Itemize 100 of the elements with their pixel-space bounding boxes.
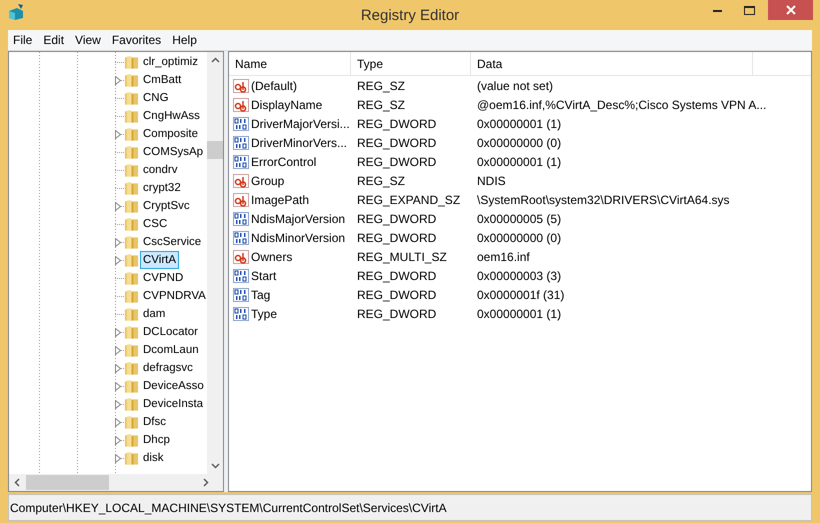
binary-value-icon [233, 212, 249, 226]
folder-icon [124, 234, 139, 250]
scroll-right-icon[interactable] [201, 478, 210, 487]
scroll-down-icon[interactable] [210, 461, 220, 470]
value-type: REG_SZ [356, 98, 406, 112]
value-data: 0x00000001 (1) [476, 306, 562, 320]
value-type: REG_SZ [356, 174, 406, 188]
value-name[interactable]: DriverMinorVers... [251, 136, 348, 150]
column-header[interactable]: Name [229, 52, 351, 76]
value-name[interactable]: (Default) [251, 78, 298, 92]
tree-item[interactable]: CryptSvc [140, 197, 193, 215]
value-type: REG_DWORD [356, 288, 438, 302]
registry-app-icon [7, 3, 25, 21]
tree-item[interactable]: Dhcp [140, 431, 173, 449]
value-type: REG_DWORD [356, 154, 438, 168]
value-data: @oem16.inf,%CVirtA_Desc%;Cisco Systems VPN A... [476, 98, 768, 112]
scrollbar-thumb[interactable] [26, 475, 109, 490]
horizontal-scrollbar[interactable] [9, 474, 223, 491]
menu-item[interactable]: View [70, 33, 107, 47]
binary-value-icon [233, 268, 249, 282]
scroll-up-icon[interactable] [210, 56, 220, 65]
value-type: REG_DWORD [356, 136, 438, 150]
folder-icon [124, 144, 139, 160]
tree-item[interactable]: crypt32 [140, 179, 184, 197]
tree-item[interactable]: CNG [140, 89, 172, 107]
tree-item[interactable]: Dfsc [140, 413, 169, 431]
value-name[interactable]: NdisMajorVersion [251, 212, 346, 226]
value-name[interactable]: Tag [251, 288, 270, 302]
menu-item[interactable]: Favorites [106, 33, 168, 47]
string-value-icon [233, 98, 249, 112]
tree-item[interactable]: CngHwAss [140, 107, 203, 125]
menu-item[interactable]: Help [167, 33, 203, 47]
folder-icon [124, 414, 139, 430]
folder-icon [124, 450, 139, 466]
minimize-icon [712, 8, 722, 12]
menu-item[interactable]: Edit [38, 33, 70, 47]
value-data: 0x0000001f (31) [476, 288, 566, 302]
folder-icon [124, 342, 139, 358]
value-data: 0x00000003 (3) [476, 268, 562, 282]
window-title: Registry Editor [360, 6, 460, 24]
value-name[interactable]: ImagePath [251, 192, 310, 206]
value-name[interactable]: Start [251, 268, 276, 282]
binary-value-icon [233, 288, 249, 302]
expand-arrow-icon[interactable] [115, 76, 121, 84]
value-name[interactable]: Group [251, 174, 284, 188]
expand-arrow-icon[interactable] [115, 202, 121, 210]
tree-item[interactable]: CVirtA [140, 251, 180, 269]
tree-item[interactable]: defragsvc [140, 359, 196, 377]
value-data: oem16.inf [476, 250, 531, 264]
tree-item[interactable]: DcomLaun [140, 341, 202, 359]
value-name[interactable]: ErrorControl [251, 154, 316, 168]
value-data: NDIS [476, 174, 507, 188]
tree-item[interactable]: CSC [140, 215, 170, 233]
value-type: REG_DWORD [356, 268, 438, 282]
binary-value-icon [233, 306, 249, 320]
folder-icon [124, 90, 139, 106]
scrollbar-thumb[interactable] [207, 141, 223, 159]
tree-item[interactable]: dam [140, 305, 168, 323]
menu-item[interactable]: File [8, 33, 38, 47]
value-type: REG_DWORD [356, 306, 438, 320]
status-path: Computer\HKEY_LOCAL_MACHINE\SYSTEM\CurrentControlSet\Services\CVirtA [10, 500, 447, 514]
tree-item[interactable]: COMSysAp [140, 143, 206, 161]
tree-item[interactable]: disk [140, 449, 166, 467]
folder-icon [124, 198, 139, 214]
column-header[interactable]: Data [471, 52, 753, 76]
close-button[interactable] [768, 0, 813, 20]
string-value-icon [233, 192, 249, 206]
tree-item[interactable]: CscService [140, 233, 204, 251]
value-type: REG_DWORD [356, 116, 438, 130]
tree-item[interactable]: CmBatt [140, 71, 184, 89]
value-name[interactable]: Type [251, 306, 278, 320]
tree-item[interactable]: CVPNDRVA [140, 287, 207, 305]
string-value-icon [233, 78, 249, 92]
tree-item[interactable]: DeviceAsso [140, 377, 207, 395]
scroll-left-icon[interactable] [13, 478, 22, 487]
expand-arrow-icon[interactable] [115, 130, 121, 138]
folder-icon [124, 324, 139, 340]
tree-item[interactable]: DCLocator [140, 323, 201, 341]
folder-icon [124, 162, 139, 178]
value-name[interactable]: DriverMajorVersi... [251, 116, 350, 130]
value-name[interactable]: DisplayName [251, 98, 322, 112]
value-data: \SystemRoot\system32\DRIVERS\CVirtA64.sys [476, 192, 731, 206]
column-header[interactable]: Type [351, 52, 471, 76]
value-data: 0x00000005 (5) [476, 212, 562, 226]
folder-icon [124, 54, 139, 70]
tree-item[interactable]: Composite [140, 125, 201, 143]
value-data: 0x00000001 (1) [476, 154, 562, 168]
value-name[interactable]: NdisMinorVersion [251, 230, 346, 244]
tree-item[interactable]: DeviceInsta [140, 395, 206, 413]
binary-value-icon [233, 136, 249, 150]
value-name[interactable]: Owners [251, 250, 292, 264]
value-data: 0x00000000 (0) [476, 136, 562, 150]
value-data: (value not set) [476, 78, 554, 92]
tree-item[interactable]: condrv [140, 161, 181, 179]
folder-icon [124, 432, 139, 448]
value-data: 0x00000001 (1) [476, 116, 562, 130]
binary-value-icon [233, 116, 249, 130]
vertical-scrollbar[interactable] [207, 52, 223, 474]
tree-item[interactable]: CVPND [140, 269, 186, 287]
tree-item[interactable]: clr_optimiz [140, 53, 201, 71]
